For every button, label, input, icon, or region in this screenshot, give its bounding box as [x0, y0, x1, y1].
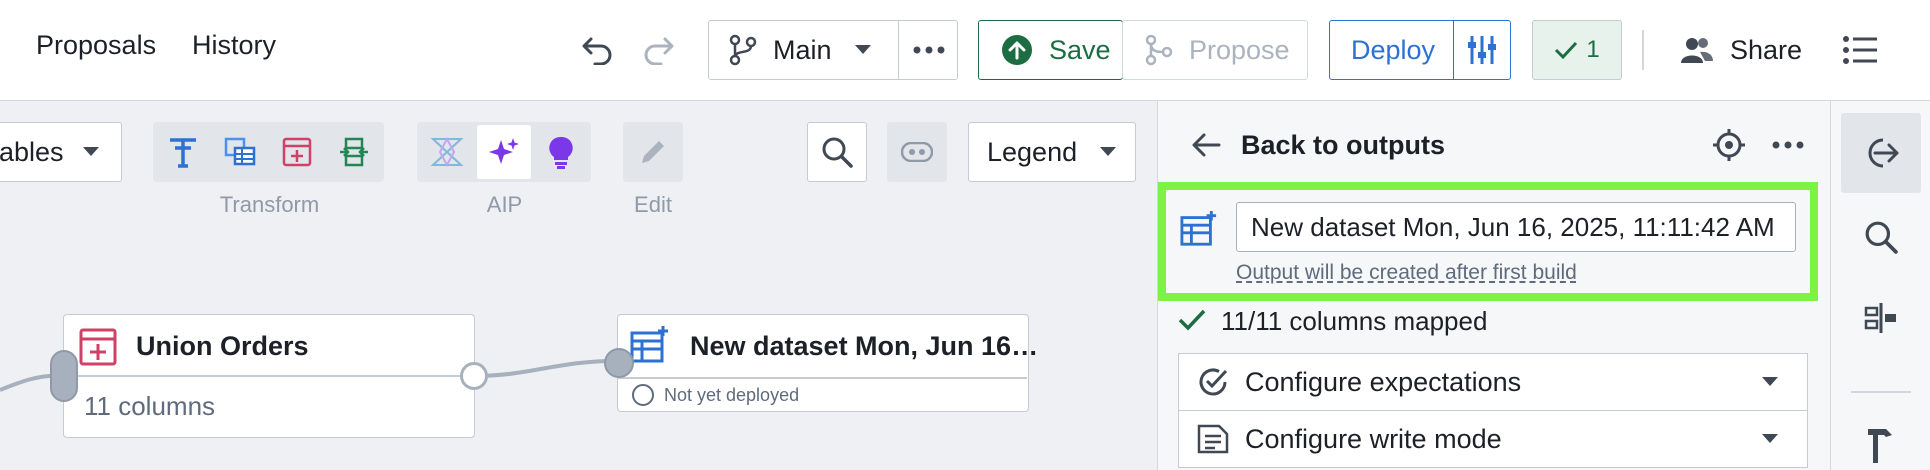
deploy-label: Deploy [1351, 34, 1436, 65]
toggle-icon [901, 142, 933, 162]
transform-group-label: Transform [219, 192, 320, 217]
chevron-down-icon [82, 146, 100, 158]
dataset-icon [630, 325, 670, 365]
variables-label: ables [0, 136, 64, 167]
union-icon [78, 327, 118, 367]
people-icon [1680, 35, 1714, 65]
chevron-down-icon [1761, 433, 1779, 445]
share-button[interactable]: Share [1680, 30, 1820, 70]
transform-group [153, 122, 384, 182]
more-options-icon[interactable] [1768, 127, 1808, 163]
join-transform-icon[interactable] [327, 125, 381, 179]
redo-icon[interactable] [638, 30, 678, 70]
search-icon [821, 136, 853, 168]
legend-dropdown[interactable]: Legend [968, 122, 1136, 182]
edit-group [623, 122, 683, 182]
arrow-left-icon[interactable] [1188, 127, 1224, 163]
top-toolbar: Proposals History Main Save Propose Depl… [0, 0, 1930, 101]
deploy-status: Not yet deployed [664, 385, 800, 405]
columns-align-icon[interactable] [1841, 293, 1921, 343]
propose-button[interactable]: Propose [1122, 20, 1308, 80]
toolbar-divider [1642, 30, 1644, 70]
git-merge-icon [1145, 34, 1173, 66]
deploy-button[interactable]: Deploy [1329, 20, 1511, 80]
edit-group-label: Edit [634, 192, 672, 217]
more-options-icon[interactable] [899, 21, 958, 79]
aip-group-label: AIP [486, 192, 523, 217]
git-branch-icon [729, 34, 757, 66]
checks-button[interactable]: 1 [1532, 20, 1622, 80]
output-port[interactable] [460, 362, 488, 390]
back-to-outputs-link[interactable]: Back to outputs [1241, 130, 1445, 161]
undo-icon[interactable] [578, 30, 618, 70]
node-title: New dataset Mon, Jun 16… [690, 331, 1039, 361]
check-icon [1178, 308, 1206, 332]
sparkle-icon[interactable] [477, 125, 531, 179]
toggle-view-button[interactable] [887, 122, 947, 182]
checks-count: 1 [1586, 36, 1600, 63]
hammer-icon[interactable] [1841, 423, 1921, 470]
input-port[interactable] [604, 348, 634, 378]
pencil-icon[interactable] [626, 125, 680, 179]
status-circle-icon [632, 384, 654, 406]
branch-selector[interactable]: Main [708, 20, 958, 80]
aip-model-icon[interactable] [420, 125, 474, 179]
check-icon [1554, 40, 1578, 60]
deploy-settings-icon[interactable] [1454, 21, 1510, 79]
locate-icon[interactable] [1711, 127, 1747, 163]
search-button[interactable] [807, 122, 867, 182]
propose-label: Propose [1189, 34, 1290, 65]
node-subtitle: 11 columns [84, 391, 216, 421]
accordion-label: Configure expectations [1245, 366, 1522, 397]
save-button[interactable]: Save [978, 20, 1123, 80]
accordion-label: Configure write mode [1245, 423, 1502, 454]
chevron-down-icon [854, 44, 872, 56]
union-orders-node[interactable]: Union Orders 11 columns [63, 314, 475, 438]
configure-expectations-section[interactable]: Configure expectations [1178, 353, 1808, 411]
union-transform-icon[interactable] [270, 125, 324, 179]
branch-label: Main [773, 34, 832, 65]
table-transform-icon[interactable] [213, 125, 267, 179]
nav-history[interactable]: History [192, 30, 276, 61]
output-name-section: Output will be created after first build [1158, 182, 1818, 301]
dataset-name-input[interactable] [1236, 202, 1796, 252]
configure-write-mode-section[interactable]: Configure write mode [1178, 410, 1808, 468]
save-label: Save [1049, 34, 1111, 65]
upload-circle-icon [1001, 34, 1033, 66]
expectations-icon [1197, 366, 1229, 398]
node-title: Union Orders [136, 331, 309, 361]
legend-label: Legend [987, 136, 1078, 167]
output-note: Output will be created after first build [1236, 261, 1577, 284]
rail-divider [1851, 391, 1911, 393]
output-details-panel: Back to outputs Output will be created a… [1157, 101, 1830, 470]
aip-group [417, 122, 591, 182]
input-port[interactable] [50, 350, 78, 402]
chevron-down-icon [1099, 146, 1117, 158]
variables-dropdown[interactable]: ables [0, 122, 122, 182]
right-rail [1830, 101, 1930, 470]
dataset-node[interactable]: New dataset Mon, Jun 16… Not yet deploye… [617, 314, 1038, 412]
chevron-down-icon [1761, 376, 1779, 388]
exit-panel-icon[interactable] [1841, 113, 1921, 193]
nav-proposals[interactable]: Proposals [36, 30, 156, 61]
list-menu-icon[interactable] [1840, 30, 1880, 70]
share-label: Share [1730, 34, 1803, 65]
search-icon[interactable] [1841, 197, 1921, 277]
dataset-icon [1180, 210, 1218, 248]
write-mode-icon [1197, 424, 1229, 454]
columns-mapped-status: 11/11 columns mapped [1221, 306, 1488, 336]
lightbulb-icon[interactable] [534, 125, 588, 179]
filter-transform-icon[interactable] [156, 125, 210, 179]
